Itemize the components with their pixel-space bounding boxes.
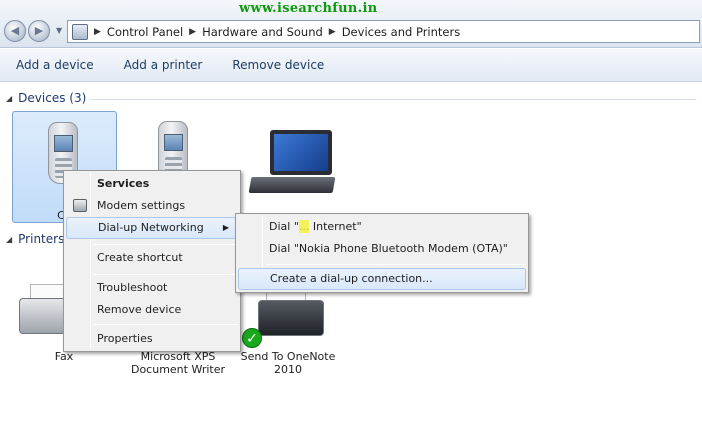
- navigation-bar: www.isearchfun.in ◀ ▶ ▼ ▶ Control Panel …: [0, 0, 702, 48]
- redacted-text: ...: [298, 220, 310, 233]
- device-tile-computer[interactable]: [240, 122, 340, 212]
- printer-icon: [258, 300, 324, 336]
- laptop-keyboard: [248, 177, 336, 193]
- remove-device-button[interactable]: Remove device: [232, 58, 324, 72]
- chevron-right-icon[interactable]: ▶: [94, 27, 101, 37]
- recent-pages-dropdown-icon[interactable]: ▼: [56, 26, 62, 35]
- back-button[interactable]: ◀: [4, 20, 26, 42]
- laptop-icon: [270, 130, 332, 175]
- devices-group-title: Devices (3): [18, 91, 87, 105]
- breadcrumb-hardware-and-sound[interactable]: Hardware and Sound: [202, 25, 323, 39]
- submenu-item-label-prefix: Dial ": [269, 220, 299, 233]
- group-divider: [90, 99, 696, 100]
- dial-up-submenu: Dial "... Internet" Dial "Nokia Phone Bl…: [235, 213, 529, 293]
- address-bar[interactable]: ▶ Control Panel ▶ Hardware and Sound ▶ D…: [67, 20, 700, 43]
- chevron-right-icon[interactable]: ▶: [189, 27, 196, 37]
- menu-item-modem-settings[interactable]: Modem settings: [66, 195, 238, 217]
- breadcrumb-devices-and-printers[interactable]: Devices and Printers: [342, 25, 461, 39]
- modem-icon: [73, 199, 87, 212]
- add-printer-button[interactable]: Add a printer: [124, 58, 203, 72]
- menu-item-remove-device[interactable]: Remove device: [66, 299, 238, 321]
- menu-item-label: Modem settings: [97, 199, 186, 212]
- devices-group-header[interactable]: ◢ Devices (3): [6, 91, 86, 105]
- command-bar: Add a device Add a printer Remove device: [0, 49, 702, 82]
- breadcrumb-control-panel[interactable]: Control Panel: [107, 25, 183, 39]
- add-device-button[interactable]: Add a device: [16, 58, 94, 72]
- collapse-triangle-icon[interactable]: ◢: [6, 94, 12, 103]
- menu-item-dial-up-networking[interactable]: Dial-up Networking ▶: [66, 217, 238, 239]
- submenu-item-dial-nokia-modem[interactable]: Dial "Nokia Phone Bluetooth Modem (OTA)": [238, 238, 526, 260]
- back-arrow-icon: ◀: [10, 24, 20, 37]
- printer-label-line2: Document Writer: [130, 363, 226, 376]
- default-printer-check-icon: ✓: [242, 328, 262, 348]
- submenu-arrow-icon: ▶: [222, 223, 229, 232]
- printers-group-header[interactable]: ◢ Printers: [6, 232, 64, 246]
- printer-label-line1: Send To OneNote: [240, 350, 336, 363]
- menu-separator: [94, 244, 238, 245]
- menu-separator: [266, 264, 526, 265]
- printers-group-title: Printers: [18, 232, 65, 246]
- menu-separator: [94, 274, 238, 275]
- menu-item-create-shortcut[interactable]: Create shortcut: [66, 247, 238, 269]
- forward-button[interactable]: ▶: [28, 20, 50, 42]
- menu-separator: [94, 324, 238, 325]
- printer-label-line2: 2010: [274, 363, 302, 376]
- submenu-item-create-dial-up-connection[interactable]: Create a dial-up connection...: [238, 268, 526, 290]
- watermark: www.isearchfun.in: [239, 1, 378, 16]
- collapse-triangle-icon[interactable]: ◢: [6, 235, 12, 244]
- context-menu: Services Modem settings Dial-up Networki…: [63, 170, 241, 352]
- menu-item-properties[interactable]: Properties: [66, 328, 238, 350]
- chevron-right-icon[interactable]: ▶: [329, 27, 336, 37]
- menu-item-label: Dial-up Networking: [98, 221, 204, 234]
- submenu-item-label-suffix: Internet": [309, 220, 362, 233]
- control-panel-icon: [72, 23, 88, 40]
- submenu-item-dial-internet[interactable]: Dial "... Internet": [238, 216, 526, 238]
- menu-item-troubleshoot[interactable]: Troubleshoot: [66, 277, 238, 299]
- forward-arrow-icon: ▶: [34, 24, 44, 37]
- menu-item-services[interactable]: Services: [66, 173, 238, 195]
